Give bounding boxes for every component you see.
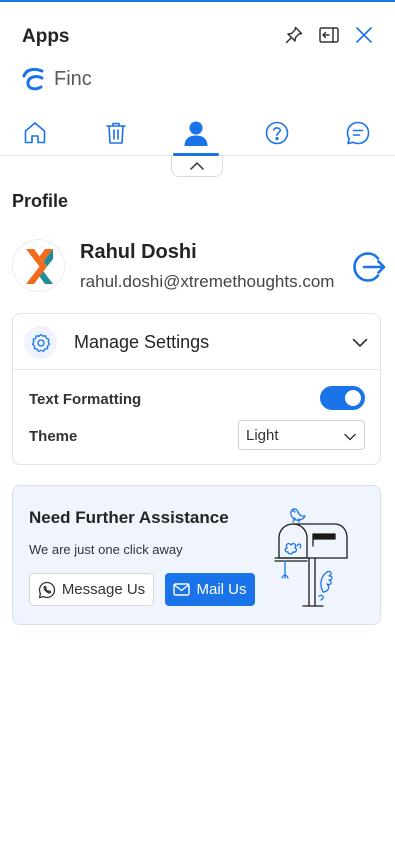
pin-icon bbox=[285, 26, 303, 44]
mail-us-label: Mail Us bbox=[196, 581, 247, 598]
theme-value: Light bbox=[246, 427, 279, 444]
finc-logo-icon bbox=[22, 67, 44, 91]
theme-select[interactable]: Light bbox=[238, 420, 365, 450]
close-button[interactable] bbox=[351, 22, 377, 48]
dock-panel-button[interactable] bbox=[316, 22, 342, 48]
chat-icon bbox=[346, 121, 370, 145]
manage-settings-label: Manage Settings bbox=[74, 332, 210, 352]
user-email: rahul.doshi@xtremethoughts.com bbox=[80, 272, 335, 291]
message-us-button[interactable]: Message Us bbox=[29, 573, 154, 606]
brand: Finc bbox=[20, 64, 92, 94]
help-circle-icon bbox=[265, 121, 289, 145]
tab-profile[interactable] bbox=[173, 112, 219, 156]
assistance-card: Need Further Assistance We are just one … bbox=[12, 485, 381, 625]
avatar bbox=[12, 239, 65, 292]
tab-chat[interactable] bbox=[335, 112, 381, 154]
message-us-label: Message Us bbox=[61, 581, 146, 598]
tab-help[interactable] bbox=[254, 112, 300, 154]
dock-panel-icon bbox=[319, 27, 339, 43]
pin-button[interactable] bbox=[281, 22, 307, 48]
xtreme-logo-icon bbox=[26, 249, 53, 284]
header-title: Apps bbox=[22, 26, 70, 47]
text-formatting-toggle[interactable] bbox=[320, 386, 365, 410]
settings-icon-wrap bbox=[24, 326, 57, 359]
tab-bar bbox=[0, 112, 395, 156]
chevron-up-icon bbox=[190, 162, 204, 170]
profile-section-title: Profile bbox=[12, 191, 69, 211]
mailbox-illustration-icon bbox=[274, 508, 348, 607]
manage-settings-header[interactable]: Manage Settings bbox=[13, 314, 380, 370]
home-icon bbox=[24, 122, 46, 144]
collapse-nav-button[interactable] bbox=[171, 156, 223, 177]
logout-icon bbox=[353, 252, 386, 282]
whatsapp-icon bbox=[38, 581, 55, 598]
settings-chevron bbox=[351, 334, 369, 352]
theme-chevron bbox=[343, 430, 356, 443]
brand-name: Finc bbox=[54, 67, 92, 90]
tab-delete[interactable] bbox=[93, 112, 139, 154]
chevron-down-icon bbox=[352, 338, 368, 347]
app-header: Apps bbox=[0, 2, 395, 48]
tab-home[interactable] bbox=[12, 112, 58, 154]
close-icon bbox=[356, 27, 372, 43]
user-icon bbox=[184, 121, 208, 146]
theme-label: Theme bbox=[29, 428, 78, 445]
mail-us-button[interactable]: Mail Us bbox=[165, 573, 255, 606]
user-name: Rahul Doshi bbox=[80, 241, 197, 263]
gear-icon bbox=[31, 333, 50, 352]
text-formatting-label: Text Formatting bbox=[29, 391, 142, 408]
toggle-knob bbox=[345, 390, 361, 406]
trash-icon bbox=[106, 122, 126, 144]
mail-icon bbox=[173, 583, 191, 596]
settings-card: Manage Settings Text Formatting Theme Li… bbox=[12, 313, 381, 465]
assistance-title: Need Further Assistance bbox=[29, 508, 229, 527]
assistance-subtitle: We are just one click away bbox=[29, 542, 183, 557]
chevron-down-icon bbox=[343, 433, 356, 440]
logout-button[interactable] bbox=[350, 249, 388, 285]
